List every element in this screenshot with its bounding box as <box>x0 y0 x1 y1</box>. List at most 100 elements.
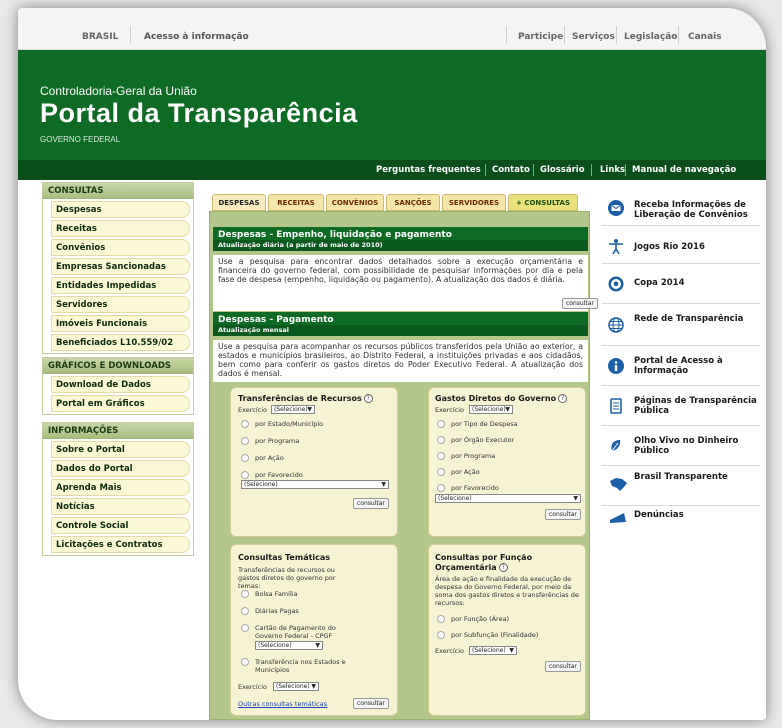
menu-item-entidades[interactable]: Entidades Impedidas <box>51 277 190 294</box>
radio[interactable] <box>437 631 445 639</box>
nav-glossario[interactable]: Glossário <box>540 165 585 175</box>
exercicio-select[interactable]: (Selecione) ▼ <box>469 405 513 414</box>
option-label: por Programa <box>451 452 496 460</box>
menu-item-graficos[interactable]: Portal em Gráficos <box>51 395 190 412</box>
radio[interactable] <box>241 607 249 615</box>
menu-item-noticias[interactable]: Notícias <box>51 498 190 515</box>
radio[interactable] <box>241 590 249 598</box>
acesso-informacao-link[interactable]: Acesso à informação <box>144 32 249 42</box>
menu-item-convenios[interactable]: Convênios <box>51 239 190 256</box>
right-link-brasil-transparente[interactable]: Brasil Transparente <box>602 466 760 506</box>
radio[interactable] <box>241 454 249 462</box>
exercicio-select[interactable]: (Selecione) ▼ <box>469 646 517 655</box>
card-consultas-tematicas: Consultas Temáticas Transferências de re… <box>230 544 398 716</box>
tab-convenios[interactable]: CONVÊNIOS <box>326 194 384 211</box>
help-icon[interactable]: ? <box>363 394 373 403</box>
menu-item-sobre[interactable]: Sobre o Portal <box>51 441 190 458</box>
menu-item-download[interactable]: Download de Dados <box>51 376 190 393</box>
right-link-label: Olho Vivo no Dinheiro Público <box>634 436 739 456</box>
menu-graficos: GRÁFICOS E DOWNLOADS Download de Dados P… <box>42 357 194 415</box>
consulta-tabs: DESPESAS RECEITAS CONVÊNIOS SANÇÕES SERV… <box>212 194 588 211</box>
menu-item-beneficiados[interactable]: Beneficiados L10.559/02 <box>51 334 190 351</box>
soccer-ball-icon <box>608 276 624 292</box>
nav-manual[interactable]: Manual de navegação <box>632 165 736 175</box>
section-empenho-body: Use a pesquisa para encontrar dados deta… <box>213 255 588 311</box>
option-label: por Tipo de Despesa <box>451 420 518 428</box>
option-label: Diárias Pagas <box>255 607 299 615</box>
card-title: Consultas por Função Orçamentária? <box>435 553 533 572</box>
tab-despesas[interactable]: DESPESAS <box>212 194 266 211</box>
tab-receitas[interactable]: RECEITAS <box>268 194 324 211</box>
right-link-acesso[interactable]: Portal de Acesso à Informação <box>602 346 760 386</box>
right-link-convenios[interactable]: Receba Informações de Liberação de Convê… <box>602 188 760 226</box>
exercicio-select[interactable]: (Selecione) ▼ <box>273 682 319 691</box>
consultar-button[interactable]: consultar <box>353 698 389 709</box>
cpgf-select[interactable]: (Selecione) ▼ <box>255 641 323 650</box>
right-link-rede[interactable]: Rede de Transparência <box>602 304 760 346</box>
radio[interactable] <box>437 484 445 492</box>
menu-item-despesas[interactable]: Despesas <box>51 201 190 218</box>
site-header: Controladoria-Geral da União Portal da T… <box>18 50 766 160</box>
participe-link[interactable]: Participe <box>518 32 563 42</box>
menu-item-imoveis[interactable]: Imóveis Funcionais <box>51 315 190 332</box>
right-link-denuncias[interactable]: Denúncias <box>602 506 760 540</box>
radio[interactable] <box>241 471 249 479</box>
consultar-button[interactable]: consultar <box>562 298 598 309</box>
right-link-olho-vivo[interactable]: Olho Vivo no Dinheiro Público <box>602 426 760 466</box>
radio[interactable] <box>241 420 249 428</box>
brasil-link[interactable]: BRASIL <box>82 32 118 42</box>
leaf-icon <box>611 440 621 452</box>
right-link-label: Páginas de Transparência Pública <box>634 396 757 416</box>
option-label: por Favorecido <box>451 484 499 492</box>
consultar-button[interactable]: consultar <box>545 661 581 672</box>
radio[interactable] <box>241 658 249 666</box>
menu-item-servidores[interactable]: Servidores <box>51 296 190 313</box>
menu-item-dados[interactable]: Dados do Portal <box>51 460 190 477</box>
divider <box>485 164 486 176</box>
radio[interactable] <box>437 452 445 460</box>
menu-item-controle[interactable]: Controle Social <box>51 517 190 534</box>
right-link-label: Jogos Rio 2016 <box>634 242 705 252</box>
megaphone-icon <box>610 513 626 523</box>
section-title: Despesas - Empenho, liquidação e pagamen… <box>218 230 452 240</box>
right-link-rio2016[interactable]: Jogos Rio 2016 <box>602 226 760 264</box>
right-link-label: Denúncias <box>634 510 684 520</box>
nav-contato[interactable]: Contato <box>492 165 530 175</box>
legislacao-link[interactable]: Legislação <box>624 32 677 42</box>
menu-item-empresas[interactable]: Empresas Sancionadas <box>51 258 190 275</box>
menu-item-receitas[interactable]: Receitas <box>51 220 190 237</box>
radio[interactable] <box>437 420 445 428</box>
consultar-button[interactable]: consultar <box>353 498 389 509</box>
radio[interactable] <box>241 624 249 632</box>
divider <box>506 26 507 44</box>
servicos-link[interactable]: Serviços <box>572 32 615 42</box>
tab-servidores[interactable]: SERVIDORES <box>442 194 506 211</box>
option-label: Transferência nos Estados e Municípios <box>255 658 346 674</box>
radio[interactable] <box>437 468 445 476</box>
option-label: por Programa <box>255 437 300 445</box>
site-title[interactable]: Portal da Transparência <box>40 98 358 129</box>
info-icon <box>608 358 624 374</box>
help-icon[interactable]: ? <box>498 563 508 572</box>
favorecido-select[interactable]: (Selecione) ▼ <box>241 480 389 489</box>
exercicio-select[interactable]: (Selecione) ▼ <box>271 405 315 414</box>
tab-sancoes[interactable]: SANÇÕES <box>386 194 440 211</box>
right-link-label: Portal de Acesso à Informação <box>634 356 723 376</box>
radio[interactable] <box>241 437 249 445</box>
nav-perguntas[interactable]: Perguntas frequentes <box>376 165 481 175</box>
tab-mais-consultas[interactable]: + CONSULTAS <box>508 194 578 211</box>
right-link-paginas[interactable]: Páginas de Transparência Pública <box>602 386 760 426</box>
outras-consultas-link[interactable]: Outras consultas temáticas <box>238 700 327 708</box>
favorecido-select[interactable]: (Selecione) ▼ <box>435 494 581 503</box>
nav-links[interactable]: Links <box>600 165 625 175</box>
divider <box>591 164 592 176</box>
radio[interactable] <box>437 615 445 623</box>
consultar-button[interactable]: consultar <box>545 509 581 520</box>
canais-link[interactable]: Canais <box>688 32 722 42</box>
section-empenho-header: Despesas - Empenho, liquidação e pagamen… <box>213 227 588 251</box>
help-icon[interactable]: ? <box>558 394 568 403</box>
menu-item-licitacoes[interactable]: Licitações e Contratos <box>51 536 190 553</box>
radio[interactable] <box>437 436 445 444</box>
menu-item-aprenda[interactable]: Aprenda Mais <box>51 479 190 496</box>
right-link-copa[interactable]: Copa 2014 <box>602 264 760 304</box>
